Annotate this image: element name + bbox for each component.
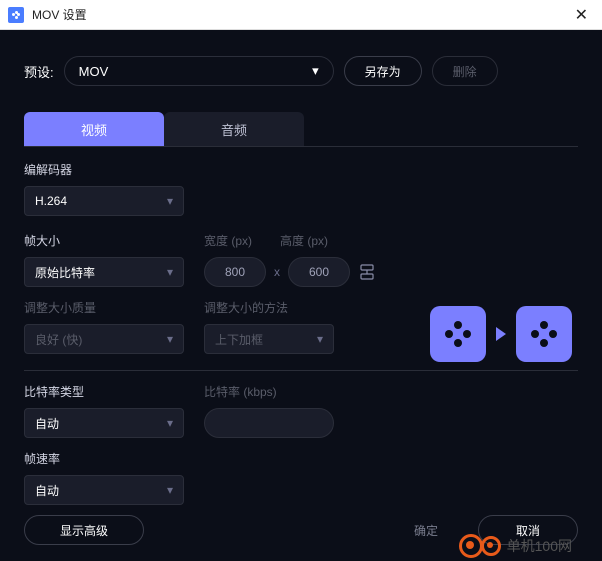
resize-quality-value: 良好 (快) (35, 331, 82, 348)
chevron-down-icon: ▾ (167, 483, 173, 497)
resize-quality-label: 调整大小质量 (24, 299, 184, 316)
chevron-down-icon: ▾ (167, 265, 173, 279)
chevron-down-icon: ▾ (317, 332, 323, 346)
delete-button: 删除 (432, 56, 498, 86)
lock-aspect-icon[interactable] (358, 263, 376, 281)
framerate-value: 自动 (35, 482, 59, 499)
codec-section: 编解码器 H.264 ▾ (24, 147, 578, 216)
framerate-label: 帧速率 (24, 450, 184, 467)
tabs: 视频 音频 (24, 112, 578, 146)
resize-method-select: 上下加框 ▾ (204, 324, 334, 354)
resize-quality-select: 良好 (快) ▾ (24, 324, 184, 354)
app-icon (8, 7, 24, 23)
framerate-select[interactable]: 自动 ▾ (24, 475, 184, 505)
preset-row: 预设: MOV ▾ 另存为 删除 (24, 56, 578, 86)
chevron-down-icon: ▾ (312, 63, 319, 79)
chevron-down-icon: ▾ (167, 194, 173, 208)
preview-target-icon (516, 306, 572, 362)
preset-value: MOV (79, 64, 109, 79)
bitrate-input (204, 408, 334, 438)
window-title: MOV 设置 (32, 6, 87, 23)
preset-label: 预设: (24, 62, 54, 81)
tab-video[interactable]: 视频 (24, 112, 164, 146)
bitrate-type-label: 比特率类型 (24, 383, 184, 400)
bitrate-type-select[interactable]: 自动 ▾ (24, 408, 184, 438)
codec-label: 编解码器 (24, 161, 578, 178)
codec-select[interactable]: H.264 ▾ (24, 186, 184, 216)
save-as-button[interactable]: 另存为 (344, 56, 422, 86)
frame-size-select[interactable]: 原始比特率 ▾ (24, 257, 184, 287)
arrow-right-icon (496, 327, 506, 341)
chevron-down-icon: ▾ (167, 416, 173, 430)
frame-size-label: 帧大小 (24, 232, 184, 249)
bitrate-row: 比特率类型 自动 ▾ 帧速率 自动 ▾ 比特率 (kbps) (24, 383, 578, 505)
tab-audio[interactable]: 音频 (164, 112, 304, 146)
ok-button[interactable]: 确定 (386, 515, 466, 545)
resize-preview (430, 306, 572, 362)
dialog-content: 预设: MOV ▾ 另存为 删除 视频 音频 编解码器 H.264 ▾ 帧大小 … (0, 30, 602, 561)
width-input[interactable]: 800 (204, 257, 266, 287)
x-separator: x (274, 265, 280, 279)
bitrate-label: 比特率 (kbps) (204, 383, 578, 400)
height-input[interactable]: 600 (288, 257, 350, 287)
cancel-button[interactable]: 取消 (478, 515, 578, 545)
preview-source-icon (430, 306, 486, 362)
titlebar: MOV 设置 ✕ (0, 0, 602, 30)
chevron-down-icon: ▾ (167, 332, 173, 346)
close-button[interactable]: ✕ (569, 5, 594, 25)
resize-method-value: 上下加框 (215, 331, 263, 348)
divider (24, 370, 578, 371)
show-advanced-button[interactable]: 显示高级 (24, 515, 144, 545)
codec-value: H.264 (35, 194, 67, 208)
bitrate-type-value: 自动 (35, 415, 59, 432)
frame-size-value: 原始比特率 (35, 264, 95, 281)
height-label: 高度 (px) (280, 232, 328, 249)
preset-select[interactable]: MOV ▾ (64, 56, 334, 86)
width-label: 宽度 (px) (204, 232, 252, 249)
footer: 显示高级 确定 取消 (24, 515, 578, 545)
